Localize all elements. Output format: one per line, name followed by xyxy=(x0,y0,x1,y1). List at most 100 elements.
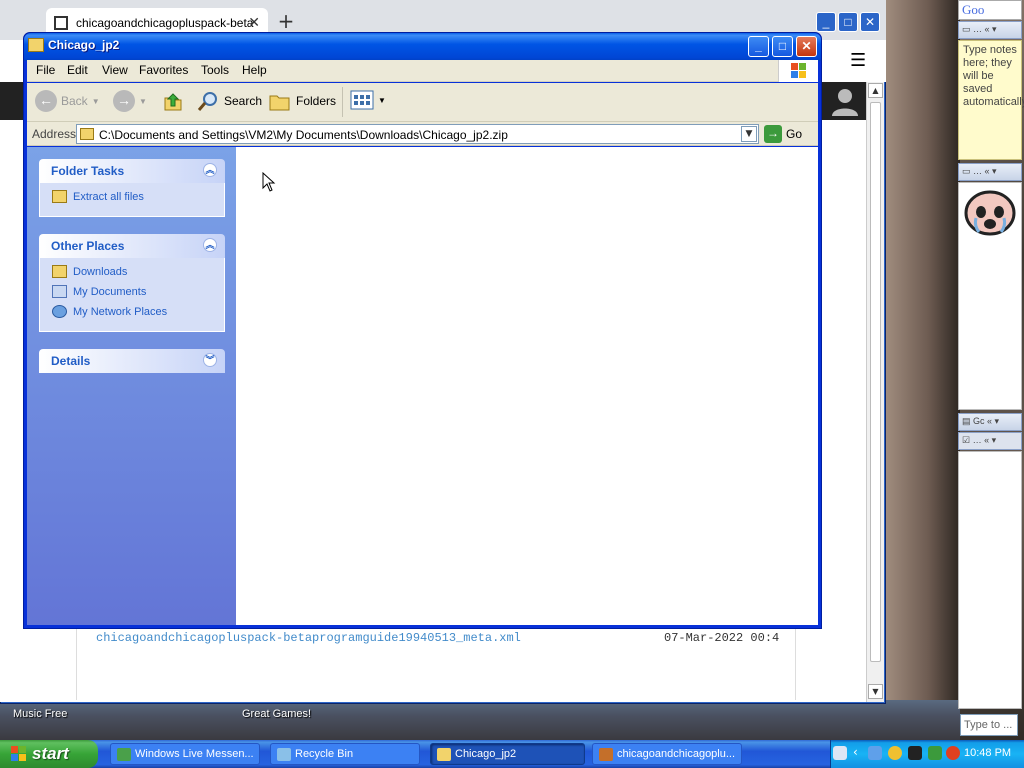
browser-scrollbar[interactable]: ▲ ▼ xyxy=(866,82,884,702)
recycle-bin-icon xyxy=(277,748,291,761)
expand-chevron-icon[interactable]: ︾ xyxy=(203,353,217,367)
close-button[interactable]: ✕ xyxy=(796,36,817,57)
panel-title: Details xyxy=(51,354,91,368)
isaac-face-icon xyxy=(964,190,1016,236)
views-button[interactable]: ▼ xyxy=(350,90,386,110)
downloads-link[interactable]: Downloads xyxy=(52,265,127,278)
menu-tools[interactable]: Tools xyxy=(201,63,229,77)
security-icon[interactable] xyxy=(928,746,942,760)
browser-minimize-button[interactable]: _ xyxy=(816,12,836,32)
browser-tab-title: chicagoandchicagopluspack-beta xyxy=(76,16,254,30)
scroll-up-icon[interactable]: ▲ xyxy=(868,83,883,98)
views-icon xyxy=(350,90,374,110)
minimize-button[interactable]: _ xyxy=(748,36,769,57)
explorer-title-bar[interactable] xyxy=(24,33,821,61)
todo-gadget-bar[interactable]: ☑ … « ▾ xyxy=(958,432,1022,450)
collapse-chevron-icon[interactable]: ︽ xyxy=(203,238,217,252)
address-dropdown-icon[interactable]: ▼ xyxy=(741,126,757,142)
go-button[interactable]: → Go xyxy=(764,125,802,143)
sidebar-search-input[interactable]: Type to ... xyxy=(960,714,1018,736)
browser-close-button[interactable]: ✕ xyxy=(860,12,880,32)
menu-help[interactable]: Help xyxy=(242,63,267,77)
show-hidden-icons-icon[interactable]: ‹ xyxy=(853,745,858,759)
clock[interactable]: 10:48 PM xyxy=(964,747,1011,759)
search-icon xyxy=(197,92,217,111)
scrollbar-thumb[interactable] xyxy=(870,102,881,662)
close-tab-icon[interactable]: ✕ xyxy=(248,14,260,31)
messenger-status-icon[interactable] xyxy=(888,746,902,760)
dropdown-arrow-icon: ▼ xyxy=(91,96,100,106)
panel-title: Folder Tasks xyxy=(51,164,125,178)
forward-arrow-icon: → xyxy=(113,90,135,112)
google-gadget[interactable]: Goo xyxy=(958,0,1022,20)
update-icon[interactable] xyxy=(946,746,960,760)
toolbar-divider xyxy=(342,87,343,117)
browser-icon xyxy=(599,748,613,761)
file-list-area[interactable] xyxy=(236,147,818,625)
menu-file[interactable]: File xyxy=(36,63,55,77)
file-link[interactable]: chicagoandchicagopluspack-betaprogramgui… xyxy=(96,631,521,645)
task-label: Chicago_jp2 xyxy=(455,748,517,760)
my-network-places-link[interactable]: My Network Places xyxy=(52,305,167,318)
maximize-button[interactable]: □ xyxy=(772,36,793,57)
network-icon[interactable] xyxy=(908,746,922,760)
folders-icon xyxy=(269,95,290,111)
taskbar-item-browser[interactable]: chicagoandchicagoplu... xyxy=(592,743,742,765)
link-label: Extract all files xyxy=(73,190,144,203)
forward-button[interactable]: → ▼ xyxy=(113,90,147,112)
back-button[interactable]: ← Back ▼ xyxy=(35,90,100,112)
up-folder-button[interactable] xyxy=(162,90,184,112)
image-gadget-bar[interactable]: ▭ … « ▾ xyxy=(958,163,1022,181)
new-tab-button[interactable]: + xyxy=(274,10,298,34)
menu-edit[interactable]: Edit xyxy=(67,63,88,77)
other-places-header[interactable]: Other Places ︽ xyxy=(39,234,225,258)
task-pane xyxy=(27,147,236,625)
notes-gadget-bar[interactable]: ▭ … « ▾ xyxy=(958,21,1022,39)
my-documents-icon xyxy=(52,285,67,298)
collapse-chevron-icon[interactable]: ︽ xyxy=(203,163,217,177)
folder-tasks-header[interactable]: Folder Tasks ︽ xyxy=(39,159,225,183)
desktop-wallpaper-band xyxy=(0,700,960,740)
search-button[interactable]: Search xyxy=(196,90,262,112)
user-avatar-icon[interactable] xyxy=(828,84,862,118)
browser-maximize-button[interactable]: □ xyxy=(838,12,858,32)
notes-textarea[interactable]: Type notes here; they will be saved auto… xyxy=(958,40,1024,160)
search-label: Search xyxy=(224,94,263,108)
taskbar-item-recycle-bin[interactable]: Recycle Bin xyxy=(270,743,420,765)
back-label: Back xyxy=(61,94,88,108)
go-label: Go xyxy=(786,127,803,141)
keyboard-icon[interactable] xyxy=(833,746,847,760)
folders-label: Folders xyxy=(296,94,337,108)
zip-folder-icon xyxy=(28,38,44,52)
taskbar-item-messenger[interactable]: Windows Live Messen... xyxy=(110,743,260,765)
gadget-label: Gc xyxy=(973,416,985,426)
mouse-cursor-icon xyxy=(262,172,276,192)
google-logo-text: Goo xyxy=(962,2,985,17)
link-label: My Network Places xyxy=(73,305,168,318)
file-date: 07-Mar-2022 00:4 xyxy=(664,631,780,645)
messenger-icon xyxy=(117,748,131,761)
my-documents-link[interactable]: My Documents xyxy=(52,285,146,298)
zip-folder-icon xyxy=(80,128,94,140)
taskbar-item-chicago-jp2[interactable]: Chicago_jp2 xyxy=(430,743,585,765)
desktop-icon-label[interactable]: Music Free xyxy=(13,708,67,720)
folders-button[interactable]: Folders xyxy=(268,90,336,112)
network-globe-icon xyxy=(52,305,67,318)
menu-favorites[interactable]: Favorites xyxy=(139,63,188,77)
details-header[interactable]: Details ︾ xyxy=(39,349,225,373)
menu-icon[interactable]: ☰ xyxy=(850,50,866,71)
address-label: Address xyxy=(32,127,77,141)
windows-flag-icon xyxy=(11,746,26,761)
folder-icon xyxy=(52,265,67,278)
desktop-wallpaper xyxy=(880,0,960,740)
address-input[interactable]: C:\Documents and Settings\VM2\My Documen… xyxy=(76,124,759,144)
archive-icon xyxy=(54,16,68,30)
desktop-icon-label[interactable]: Great Games! xyxy=(242,708,311,720)
speaker-icon[interactable] xyxy=(868,746,882,760)
scroll-down-icon[interactable]: ▼ xyxy=(868,684,883,699)
menu-view[interactable]: View xyxy=(102,63,128,77)
dropdown-arrow-icon: ▼ xyxy=(378,95,386,105)
up-folder-icon xyxy=(164,93,182,111)
extract-all-files-link[interactable]: Extract all files xyxy=(52,190,144,203)
calendar-gadget-bar[interactable]: ▤ Gc « ▾ xyxy=(958,413,1022,431)
